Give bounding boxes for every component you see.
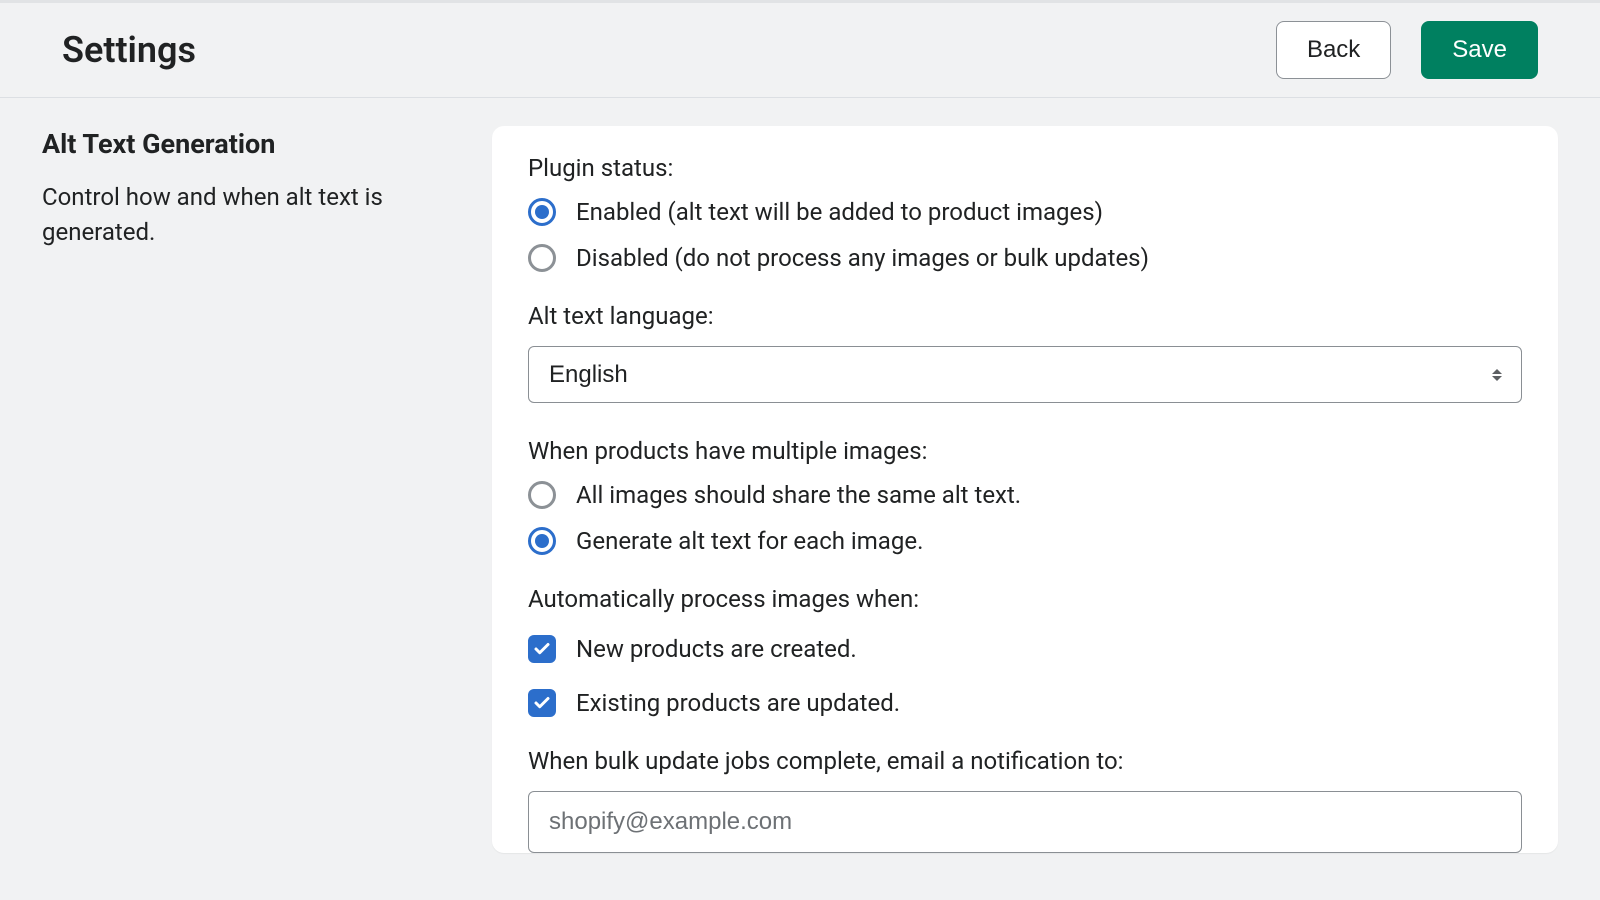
checkbox-checked-icon <box>528 689 556 717</box>
section-description: Control how and when alt text is generat… <box>42 180 472 250</box>
auto-process-group: Automatically process images when: New p… <box>528 585 1522 717</box>
option-label: Disabled (do not process any images or b… <box>576 244 1149 272</box>
plugin-status-label: Plugin status: <box>528 154 1522 182</box>
auto-process-label: Automatically process images when: <box>528 585 1522 613</box>
option-label: New products are created. <box>576 635 857 663</box>
plugin-status-group: Plugin status: Enabled (alt text will be… <box>528 154 1522 272</box>
option-label: Enabled (alt text will be added to produ… <box>576 198 1103 226</box>
language-group: Alt text language: English <box>528 302 1522 403</box>
plugin-status-enabled[interactable]: Enabled (alt text will be added to produ… <box>528 198 1522 226</box>
checkbox-checked-icon <box>528 635 556 663</box>
page-header: Settings Back Save <box>0 3 1600 98</box>
multi-image-each[interactable]: Generate alt text for each image. <box>528 527 1522 555</box>
multi-image-label: When products have multiple images: <box>528 437 1522 465</box>
page-title: Settings <box>62 29 196 71</box>
auto-process-new[interactable]: New products are created. <box>528 635 1522 663</box>
section-title: Alt Text Generation <box>42 128 472 160</box>
notify-label: When bulk update jobs complete, email a … <box>528 747 1522 775</box>
back-button[interactable]: Back <box>1276 21 1391 79</box>
section-sidebar: Alt Text Generation Control how and when… <box>42 126 472 853</box>
radio-icon <box>528 244 556 272</box>
content-area: Alt Text Generation Control how and when… <box>0 98 1600 881</box>
multi-image-group: When products have multiple images: All … <box>528 437 1522 555</box>
notify-email-input[interactable] <box>528 791 1522 853</box>
radio-icon <box>528 198 556 226</box>
radio-icon <box>528 481 556 509</box>
radio-icon <box>528 527 556 555</box>
language-select[interactable]: English <box>528 346 1522 403</box>
auto-process-updated[interactable]: Existing products are updated. <box>528 689 1522 717</box>
language-label: Alt text language: <box>528 302 1522 330</box>
language-select-wrapper: English <box>528 346 1522 403</box>
plugin-status-disabled[interactable]: Disabled (do not process any images or b… <box>528 244 1522 272</box>
notify-group: When bulk update jobs complete, email a … <box>528 747 1522 853</box>
multi-image-share[interactable]: All images should share the same alt tex… <box>528 481 1522 509</box>
header-buttons: Back Save <box>1276 21 1538 79</box>
option-label: Existing products are updated. <box>576 689 900 717</box>
option-label: Generate alt text for each image. <box>576 527 923 555</box>
option-label: All images should share the same alt tex… <box>576 481 1021 509</box>
settings-panel: Plugin status: Enabled (alt text will be… <box>492 126 1558 853</box>
save-button[interactable]: Save <box>1421 21 1538 79</box>
